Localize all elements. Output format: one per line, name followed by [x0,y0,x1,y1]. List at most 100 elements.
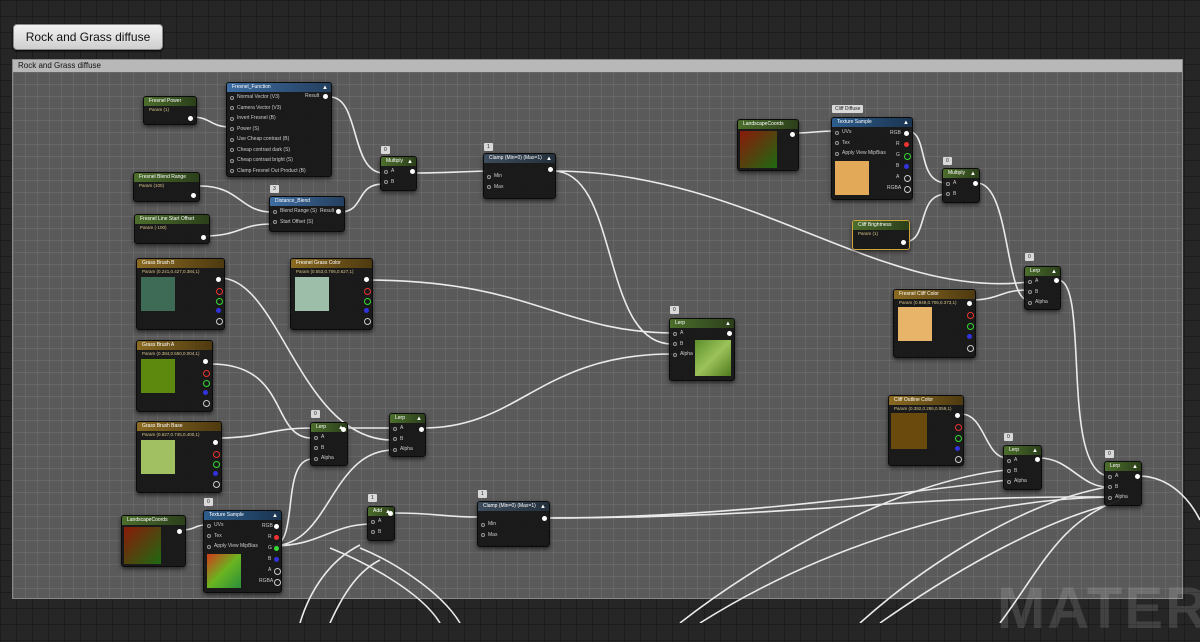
lerp-node[interactable]: Lerp▲ A B Alpha [1024,266,1061,310]
collapse-icon[interactable]: ▲ [546,155,552,164]
output-pin-rgba[interactable] [904,186,911,193]
texture-sample-node[interactable]: Texture Sample ▲ UVs Tex Apply View MipBi… [831,117,913,200]
output-pin[interactable] [548,167,553,172]
input-pin-row[interactable]: Alpha [311,453,347,464]
output-pin[interactable] [216,277,221,282]
output-pin-a[interactable] [216,318,223,325]
input-pin-row[interactable]: A [670,328,734,339]
input-pin-row[interactable]: Start Offset (S) [270,217,344,228]
output-pin-r[interactable] [216,288,223,295]
lerp-node[interactable]: Lerp▲ A B Alpha [389,413,426,457]
output-pin[interactable] [191,193,196,198]
output-pin-b[interactable] [364,308,369,313]
input-pin-row[interactable]: B [943,189,979,200]
output-pin-g[interactable] [364,298,371,305]
output-pin[interactable] [213,440,218,445]
collapse-icon[interactable]: ▲ [407,158,413,167]
input-pin-row[interactable]: B [390,434,425,445]
multiply-node[interactable]: Multiply ▲ A B [380,156,417,191]
lerp-node[interactable]: Lerp▲ A B Alpha [1003,445,1042,490]
lerp-node[interactable]: Lerp▲ A B Alpha [669,318,735,381]
input-pin-row[interactable]: Tex [832,138,912,149]
input-pin-row[interactable]: B [1004,466,1041,477]
output-pin-b[interactable] [203,390,208,395]
output-pin-g[interactable] [967,323,974,330]
output-pin-a[interactable] [904,175,911,182]
input-pin-row[interactable]: Alpha [1105,492,1141,503]
output-pin-r[interactable] [967,312,974,319]
collapse-icon[interactable]: ▲ [322,84,328,93]
cliff-outline-color-node[interactable]: Cliff Outline Color Param (0.392,0.286,0… [888,395,964,466]
add-node[interactable]: Add▲ A B [367,506,395,541]
output-pin-a[interactable] [967,345,974,352]
grass-brush-a-node[interactable]: Grass Brush A Param (0.384,0.550,0.004,1… [136,340,213,412]
output-pin-r[interactable] [955,424,962,431]
output-pin[interactable] [419,427,424,432]
clamp-node[interactable]: Clamp (Min=0) (Max=1) ▲ Min Max [483,153,556,199]
output-pin[interactable] [901,240,906,245]
input-pin-row[interactable]: B [368,527,394,538]
output-pin-r[interactable] [203,370,210,377]
collapse-icon[interactable]: ▲ [1132,463,1138,472]
output-pin-r[interactable] [213,451,220,458]
output-pin-b[interactable] [955,446,960,451]
output-pin[interactable] [201,235,206,240]
collapse-icon[interactable]: ▲ [970,170,976,179]
grass-brush-b-node[interactable]: Grass Brush B Param (0.241,0.427,0.384,1… [136,258,225,330]
lerp-node[interactable]: Lerp▲ A B Alpha [1104,461,1142,506]
output-pin[interactable] [973,181,978,186]
fresnel-power-node[interactable]: Fresnel Power Param (1) [143,96,197,125]
input-pin-row[interactable]: Max [484,182,555,193]
input-pin-row[interactable]: Alpha [1025,297,1060,308]
output-pin[interactable] [1035,457,1040,462]
output-pin[interactable] [177,529,182,534]
fresnel-grass-color-node[interactable]: Fresnel Grass Color Param (0.553,0.706,0… [290,258,373,330]
fresnel-cliff-color-node[interactable]: Fresnel Cliff Color Param (0.949,0.706,0… [893,289,976,358]
output-pin-r[interactable] [904,142,909,147]
output-pin[interactable] [388,511,393,516]
output-pin-b[interactable] [216,308,221,313]
collapse-icon[interactable]: ▲ [540,503,546,512]
output-pin[interactable] [323,94,328,99]
input-pin-row[interactable]: B [311,443,347,454]
collapse-icon[interactable]: ▲ [1032,447,1038,456]
output-pin-a[interactable] [955,456,962,463]
output-pin[interactable] [727,331,732,336]
output-pin-g[interactable] [216,298,223,305]
input-pin-row[interactable]: Use Cheap contrast (B) [227,134,331,145]
output-pin[interactable] [967,301,972,306]
clamp-node[interactable]: Clamp (Min=0) (Max=1) ▲ Min Max [477,501,550,547]
output-pin-b[interactable] [904,164,909,169]
output-pin[interactable] [904,131,909,136]
input-pin-row[interactable]: Alpha [1004,476,1041,487]
landscape-coords-node[interactable]: LandscapeCoords [737,119,799,171]
output-pin-a[interactable] [203,400,210,407]
output-pin-r[interactable] [364,288,371,295]
lerp-node[interactable]: Lerp▲ A B Alpha [310,422,348,466]
output-pin-a[interactable] [213,481,220,488]
input-pin-row[interactable]: Min [484,171,555,182]
output-pin-g[interactable] [904,153,911,160]
input-pin-row[interactable]: Cheap contrast bright (S) [227,155,331,166]
input-pin-row[interactable]: Max [478,530,549,541]
output-pin[interactable] [364,277,369,282]
landscape-coords-node[interactable]: LandscapeCoords [121,515,186,567]
output-pin-g[interactable] [213,461,220,468]
fresnel-function-node[interactable]: Fresnel_Function ▲ Normal Vector (V3) Cam… [226,82,332,177]
comment-header[interactable]: Rock and Grass diffuse [13,60,1182,72]
multiply-node[interactable]: Multiply ▲ A B [942,168,980,203]
output-pin-a[interactable] [364,318,371,325]
texture-sample-node[interactable]: Texture Sample ▲ UVs Tex Apply View MipBi… [203,510,282,593]
output-pin[interactable] [336,209,341,214]
input-pin-row[interactable]: Apply View MipBias [832,148,912,159]
output-pin[interactable] [274,524,279,529]
collapse-icon[interactable]: ▲ [1051,268,1057,277]
output-pin-rgba[interactable] [274,579,281,586]
input-pin-row[interactable]: B [381,177,416,188]
input-pin-row[interactable]: Power (S) [227,124,331,135]
grass-brush-base-node[interactable]: Grass Brush Base Param (0.627,0.745,0.40… [136,421,222,493]
output-pin-b[interactable] [213,471,218,476]
output-pin[interactable] [790,132,795,137]
output-pin[interactable] [188,116,193,121]
output-pin-g[interactable] [203,380,210,387]
